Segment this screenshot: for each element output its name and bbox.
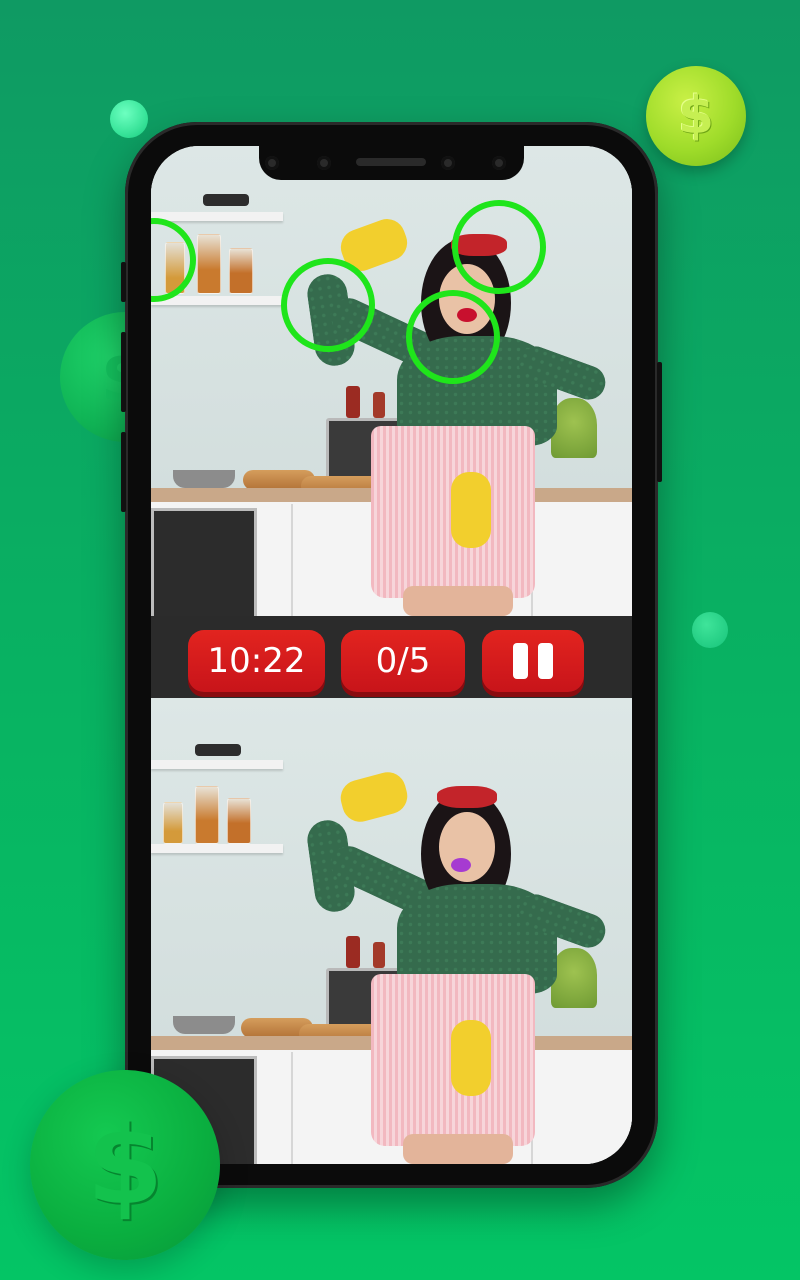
found-difference-marker — [406, 290, 500, 384]
phone-power-button — [657, 362, 662, 482]
phone-notch — [259, 146, 524, 180]
decor-bubble — [110, 100, 148, 138]
timer-display: 10:22 — [188, 630, 325, 692]
decor-bubble — [692, 612, 728, 648]
speaker-icon — [356, 158, 426, 166]
phone-screen: 10:22 0/5 — [151, 146, 632, 1164]
top-picture[interactable] — [151, 146, 632, 616]
phone-side-button — [121, 262, 126, 302]
dollar-coin-icon: $ — [30, 1070, 220, 1260]
phone-side-button — [121, 432, 126, 512]
phone-frame: 10:22 0/5 — [121, 122, 662, 1188]
game-hud: 10:22 0/5 — [151, 616, 632, 698]
dollar-coin-icon: $ — [646, 66, 746, 166]
bottom-picture[interactable] — [151, 698, 632, 1164]
differences-found-counter: 0/5 — [341, 630, 465, 692]
found-difference-marker — [452, 200, 546, 294]
pause-icon — [538, 643, 553, 679]
pause-icon — [513, 643, 528, 679]
pause-button[interactable] — [482, 630, 584, 692]
found-difference-marker — [281, 258, 375, 352]
sensor-icon — [441, 156, 455, 170]
phone-side-button — [121, 332, 126, 412]
camera-icon — [317, 156, 331, 170]
sensor-icon — [265, 156, 279, 170]
camera-icon — [492, 156, 506, 170]
